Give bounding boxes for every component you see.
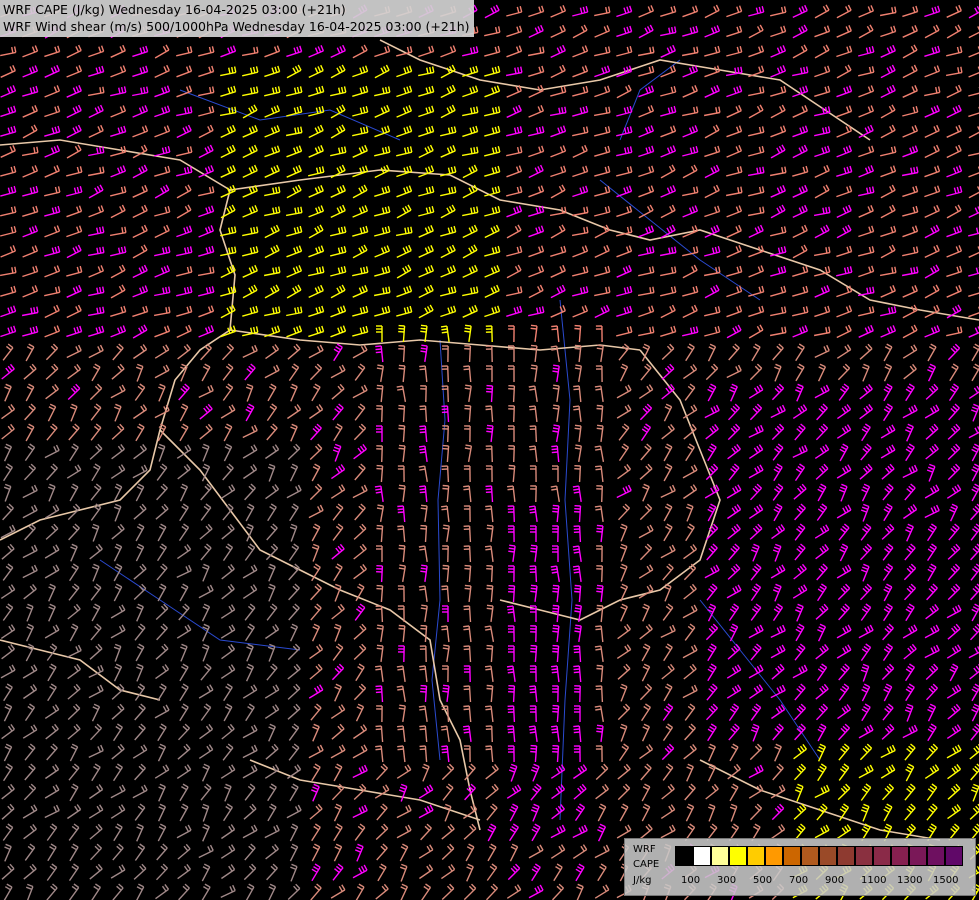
legend-swatch — [747, 846, 765, 866]
legend-tick-label: 1100 — [861, 875, 887, 886]
legend-tick-label: 900 — [825, 875, 845, 886]
legend-color-scale — [675, 846, 963, 866]
legend-swatch — [819, 846, 837, 866]
legend-model: WRF — [633, 844, 656, 855]
legend-swatch — [837, 846, 855, 866]
legend-swatch — [927, 846, 945, 866]
legend-tick-label: 500 — [753, 875, 773, 886]
legend-tick-label: 1500 — [933, 875, 959, 886]
legend-swatch — [693, 846, 711, 866]
legend-swatch — [909, 846, 927, 866]
title-cape: WRF CAPE (J/kg) Wednesday 16-04-2025 03:… — [3, 2, 346, 17]
map-title: WRF CAPE (J/kg) Wednesday 16-04-2025 03:… — [0, 0, 474, 37]
legend-swatch — [675, 846, 693, 866]
legend-field: CAPE — [633, 859, 660, 870]
title-wind-shear: WRF Wind shear (m/s) 500/1000hPa Wednesd… — [3, 19, 470, 34]
legend-swatch — [891, 846, 909, 866]
weather-map — [0, 0, 979, 900]
legend-tick-label: 700 — [789, 875, 809, 886]
legend-tick-label: 100 — [681, 875, 701, 886]
legend-swatch — [729, 846, 747, 866]
legend-tick-label: 300 — [717, 875, 737, 886]
legend-swatch — [945, 846, 963, 866]
legend-tick-label: 1300 — [897, 875, 923, 886]
legend-ticks: 100 300 500 700 900 1100 1300 1500 — [625, 875, 975, 889]
legend-swatch — [711, 846, 729, 866]
legend-swatch — [801, 846, 819, 866]
legend-swatch — [873, 846, 891, 866]
legend-swatch — [783, 846, 801, 866]
cape-legend: WRF CAPE J/kg 100 300 500 700 900 1100 1300 150… — [624, 838, 976, 896]
legend-swatch — [855, 846, 873, 866]
legend-swatch — [765, 846, 783, 866]
